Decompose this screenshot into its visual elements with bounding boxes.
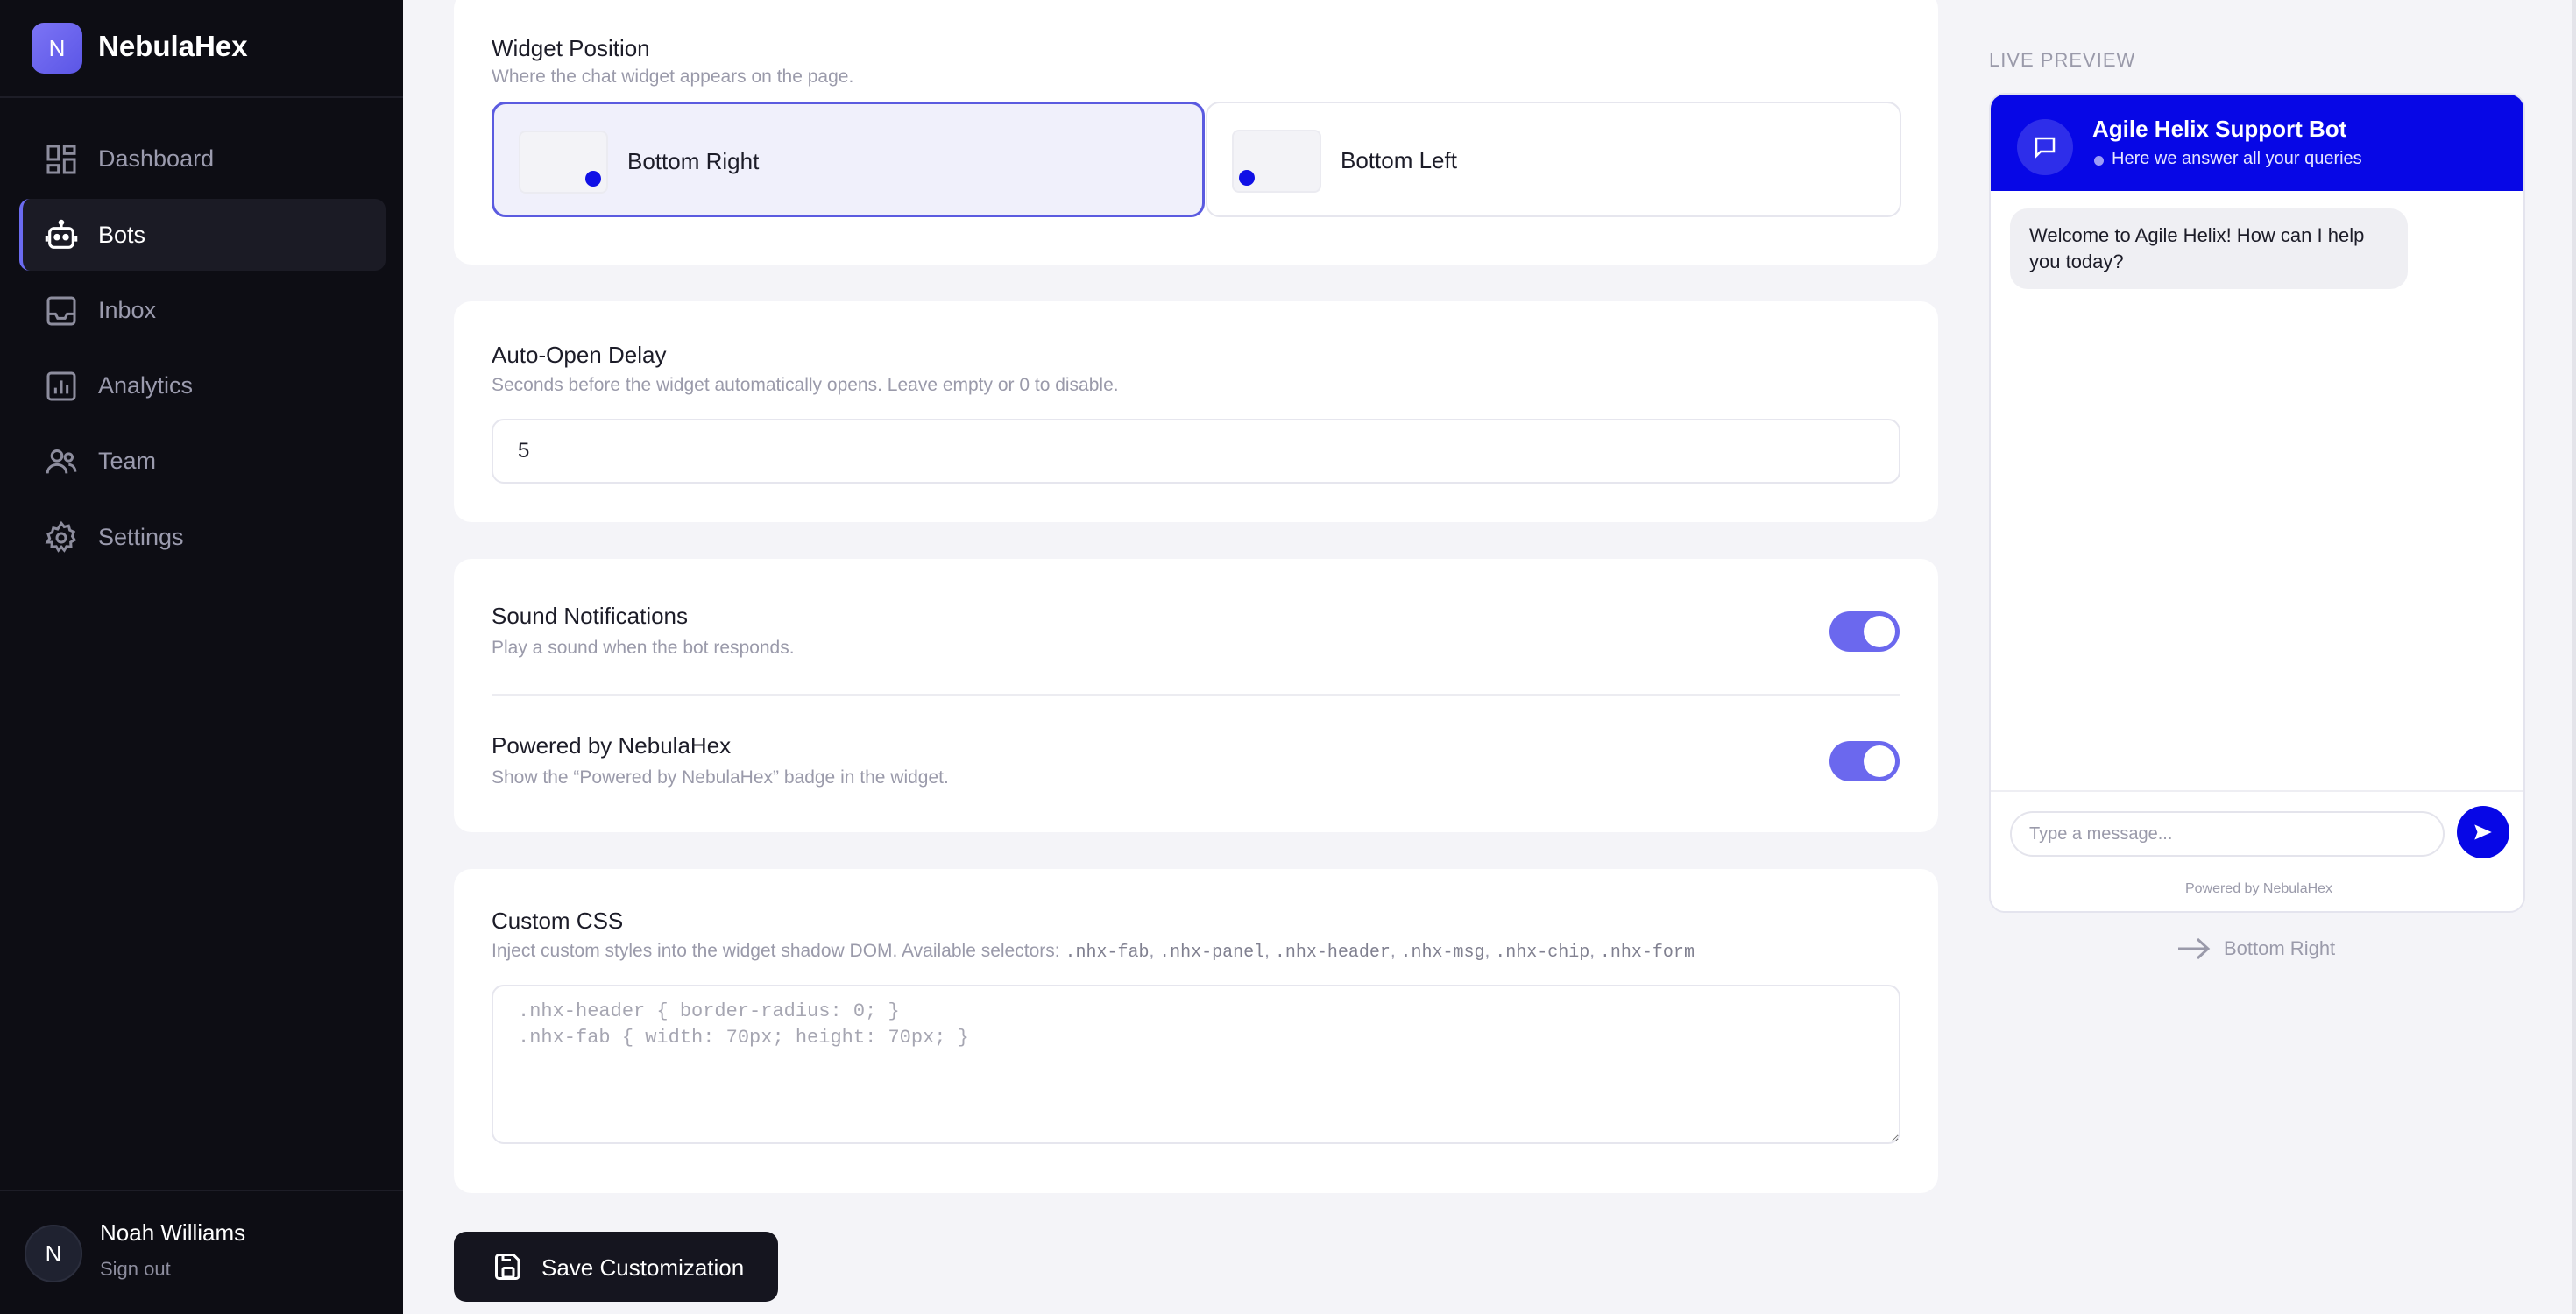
chat-bubble-icon: [2017, 119, 2073, 175]
position-option-bottom-left[interactable]: Bottom Left: [1206, 102, 1901, 217]
user-name: Noah Williams: [100, 1219, 246, 1246]
sidebar-item-bots[interactable]: Bots: [19, 199, 386, 271]
welcome-message: Welcome to Agile Helix! How can I help y…: [2010, 208, 2408, 289]
message-input[interactable]: [2010, 811, 2445, 857]
selector-chip: .nhx-chip: [1495, 943, 1590, 963]
position-dot-icon: [1239, 170, 1255, 186]
position-option-bottom-right[interactable]: Bottom Right: [492, 102, 1205, 217]
signout-link[interactable]: Sign out: [100, 1258, 171, 1281]
inbox-icon: [46, 296, 76, 326]
widget-position-subtitle: Where the chat widget appears on the pag…: [492, 67, 854, 87]
toggle-knob: [1864, 745, 1895, 777]
sidebar-item-label: Analytics: [98, 372, 194, 399]
position-option-label: Bottom Left: [1341, 147, 1457, 173]
divider: [492, 694, 1900, 696]
sidebar: N NebulaHex Dashboard Bots Inbox Analyti…: [0, 0, 403, 1314]
powered-by-title: Powered by NebulaHex: [492, 732, 732, 759]
sidebar-item-label: Team: [98, 448, 157, 474]
sound-notifications-title: Sound Notifications: [492, 603, 689, 629]
position-option-label: Bottom Right: [627, 148, 760, 174]
window-edge: [2572, 0, 2576, 1314]
brand-name: NebulaHex: [98, 30, 248, 62]
settings-icon: [45, 520, 77, 553]
arrow-right-icon: [2178, 937, 2211, 960]
user-panel: N Noah Williams Sign out: [0, 1190, 403, 1314]
powered-by-badge: Powered by NebulaHex: [2184, 881, 2333, 896]
brand: N NebulaHex: [0, 0, 403, 98]
toggles-card: Sound Notifications Play a sound when th…: [454, 559, 1938, 832]
live-preview-label: LIVE PREVIEW: [1989, 49, 2136, 71]
powered-by-subtitle: Show the “Powered by NebulaHex” badge in…: [492, 767, 949, 788]
save-customization-button[interactable]: Save Customization: [454, 1232, 778, 1302]
chat-widget-preview: Agile Helix Support Bot Here we answer a…: [1989, 93, 2525, 913]
auto-open-card: Auto-Open Delay Seconds before the widge…: [454, 301, 1938, 522]
sidebar-item-analytics[interactable]: Analytics: [19, 350, 386, 421]
selector-chip: .nhx-fab: [1065, 943, 1150, 963]
selector-chip: .nhx-header: [1274, 943, 1391, 963]
avatar: N: [25, 1225, 82, 1282]
widget-position-title: Widget Position: [492, 35, 650, 61]
save-icon: [495, 1254, 520, 1280]
divider: [1991, 790, 2523, 792]
custom-css-subtitle-text: Inject custom styles into the widget sha…: [492, 941, 1060, 961]
auto-open-delay-input[interactable]: [492, 419, 1900, 484]
sidebar-item-dashboard[interactable]: Dashboard: [19, 123, 386, 194]
sidebar-item-inbox[interactable]: Inbox: [19, 274, 386, 346]
selector-chip: .nhx-form: [1599, 943, 1695, 963]
save-button-label: Save Customization: [541, 1254, 745, 1281]
auto-open-title: Auto-Open Delay: [492, 342, 667, 368]
send-button[interactable]: [2457, 806, 2509, 858]
sidebar-item-label: Inbox: [98, 297, 157, 323]
toggle-knob: [1864, 616, 1895, 647]
bot-icon: [45, 219, 78, 249]
powered-by-toggle[interactable]: [1829, 741, 1900, 781]
bottom-right-thumbnail: [519, 131, 608, 194]
sidebar-item-team[interactable]: Team: [19, 425, 386, 497]
sidebar-item-settings[interactable]: Settings: [19, 501, 386, 573]
custom-css-card: Custom CSS Inject custom styles into the…: [454, 869, 1938, 1193]
status-dot-icon: [2094, 156, 2104, 166]
sidebar-item-label: Bots: [98, 222, 146, 248]
selector-chip: .nhx-msg: [1400, 943, 1485, 963]
sound-notifications-toggle[interactable]: [1829, 611, 1900, 652]
position-dot-icon: [585, 171, 601, 187]
brand-logo: N: [32, 23, 82, 74]
custom-css-subtitle: Inject custom styles into the widget sha…: [492, 941, 1695, 963]
sound-notifications-subtitle: Play a sound when the bot responds.: [492, 638, 795, 658]
widget-header: Agile Helix Support Bot Here we answer a…: [1991, 95, 2523, 191]
bot-name: Agile Helix Support Bot: [2092, 116, 2347, 142]
custom-css-textarea[interactable]: [492, 985, 1900, 1144]
sidebar-item-label: Settings: [98, 524, 184, 550]
send-icon: [2474, 824, 2492, 840]
analytics-icon: [46, 371, 76, 401]
selector-chip: .nhx-panel: [1159, 943, 1265, 963]
dashboard-icon: [46, 145, 76, 174]
bottom-left-thumbnail: [1232, 130, 1321, 193]
team-icon: [46, 449, 77, 474]
bot-status: Here we answer all your queries: [2112, 149, 2362, 168]
position-indicator-label: Bottom Right: [2224, 937, 2336, 959]
widget-position-card: Widget Position Where the chat widget ap…: [454, 0, 1938, 265]
auto-open-subtitle: Seconds before the widget automatically …: [492, 375, 1119, 395]
custom-css-title: Custom CSS: [492, 908, 624, 934]
sidebar-item-label: Dashboard: [98, 145, 215, 172]
